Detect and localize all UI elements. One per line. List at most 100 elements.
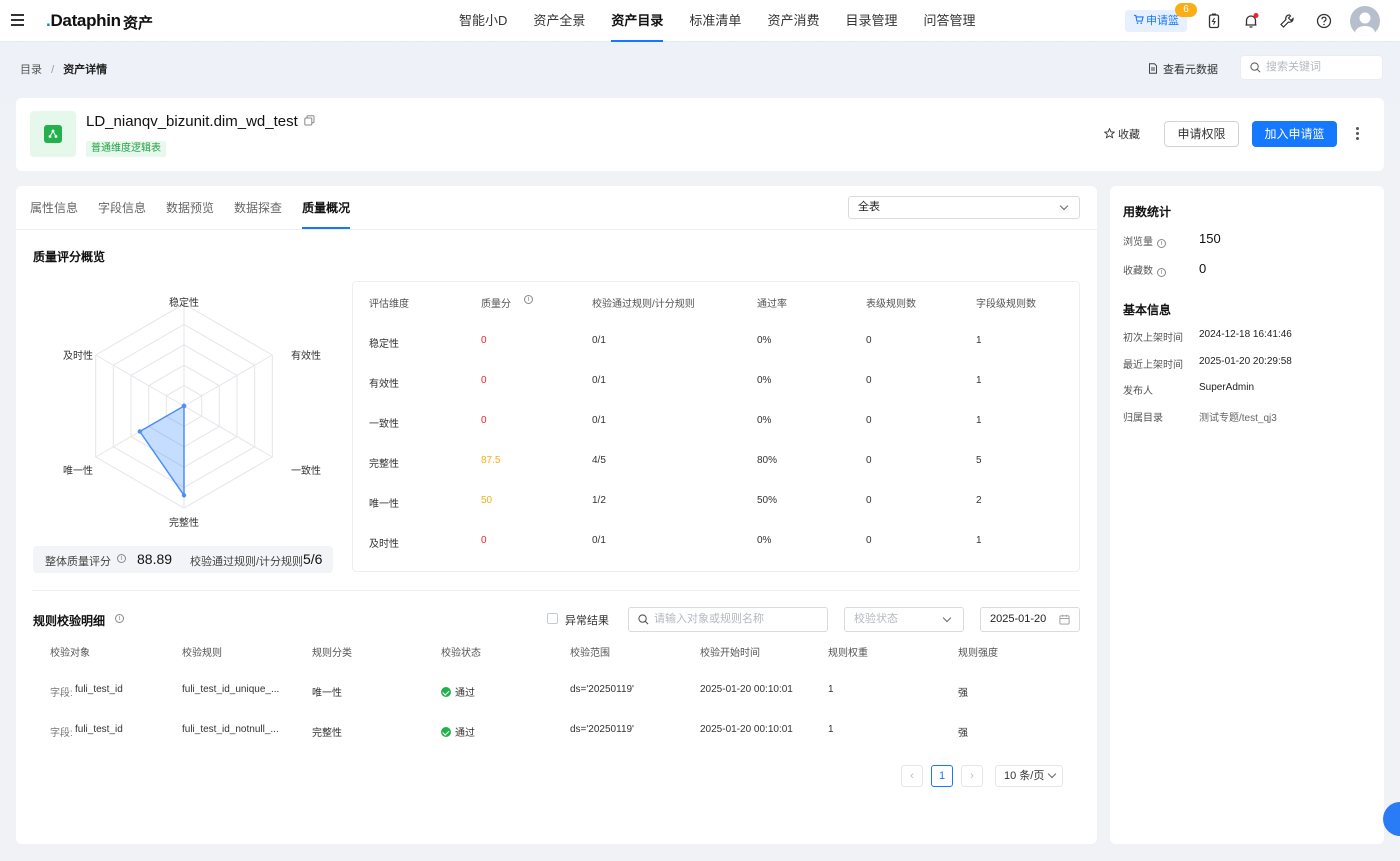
favorite-button[interactable]: 收藏 [1103, 126, 1140, 142]
tab-profiling[interactable]: 数据探查 [234, 186, 282, 229]
radar-label-stability: 稳定性 [169, 296, 199, 309]
radar-label-consistency: 一致性 [291, 464, 321, 477]
rule-header-rule: 校验规则 [182, 648, 222, 659]
dim-cell-pass: 4/5 [592, 455, 606, 466]
anomaly-checkbox[interactable] [547, 613, 558, 624]
menu-item-consumption[interactable]: 资产消费 [754, 0, 832, 42]
bell-icon[interactable] [1242, 12, 1260, 30]
basic-info-title: 基本信息 [1123, 303, 1172, 317]
overall-score-label: 整体质量评分 [45, 556, 111, 568]
pass-rules-value: 5/6 [303, 551, 323, 567]
pass-rules-label: 校验通过规则/计分规则 [190, 556, 304, 568]
info-icon[interactable]: i [117, 554, 126, 563]
breadcrumb-root[interactable]: 目录 [20, 64, 42, 76]
page-1-button[interactable]: 1 [931, 765, 953, 787]
dim-cell-dimension: 及时性 [369, 539, 399, 550]
dim-cell-table-rules: 0 [866, 495, 872, 506]
info-icon[interactable]: i [115, 614, 124, 623]
document-icon [1149, 63, 1157, 74]
menu-item-catalog-manage[interactable]: 目录管理 [832, 0, 910, 42]
rule-cell-weight: 1 [828, 684, 834, 695]
avatar[interactable] [1350, 6, 1380, 36]
radar-axis-line [95, 354, 185, 407]
logical-table-icon [30, 111, 76, 157]
menu-item-qa-manage[interactable]: 问答管理 [910, 0, 988, 42]
next-page-button[interactable]: › [961, 765, 983, 787]
wrench-icon[interactable] [1278, 12, 1296, 30]
asset-header: LD_nianqv_bizunit.dim_wd_test 普通维度逻辑表 收藏… [16, 98, 1384, 171]
view-metadata-link[interactable]: 查看元数据 [1148, 61, 1218, 77]
menu-item-catalog[interactable]: 资产目录 [598, 0, 676, 42]
quality-panel: 属性信息 字段信息 数据预览 数据探查 质量概况 全表 质量评分概览 稳定性 有… [16, 186, 1097, 844]
rule-cell-object-prefix: 字段: [50, 688, 73, 699]
assistant-float-button[interactable] [1383, 802, 1400, 836]
date-picker[interactable]: 2025-01-20 [980, 607, 1080, 632]
dim-header-pass: 校验通过规则/计分规则 [592, 299, 695, 310]
directory-value[interactable]: 测试专题/test_qj3 [1199, 409, 1277, 424]
scope-select[interactable]: 全表 [848, 196, 1080, 219]
rule-cell-category: 唯一性 [312, 688, 342, 699]
status-select[interactable]: 校验状态 [844, 607, 964, 632]
chevron-down-icon [942, 613, 952, 623]
quality-overview-title: 质量评分概览 [33, 250, 106, 264]
check-circle-icon [441, 727, 451, 737]
tab-fields[interactable]: 字段信息 [98, 186, 146, 229]
tab-quality[interactable]: 质量概况 [302, 186, 351, 229]
rule-header-start-time: 校验开始时间 [700, 648, 760, 659]
dim-header-table-rules: 表级规则数 [866, 299, 916, 310]
rule-cell-rule[interactable]: fuli_test_id_notnull_... [182, 724, 279, 735]
asset-name: LD_nianqv_bizunit.dim_wd_test [86, 113, 298, 130]
dim-cell-rate: 80% [757, 455, 778, 466]
more-icon[interactable] [1356, 127, 1360, 141]
help-icon[interactable] [1315, 12, 1333, 30]
rule-search-input[interactable]: 请输入对象或规则名称 [628, 607, 828, 632]
usage-title: 用数统计 [1123, 205, 1172, 219]
request-permission-button[interactable]: 申请权限 [1164, 121, 1239, 147]
dim-cell-rate: 0% [757, 335, 772, 346]
overall-score-value: 88.89 [137, 551, 173, 567]
info-icon[interactable]: i [1157, 268, 1166, 277]
menu-icon[interactable] [11, 14, 24, 26]
logo[interactable]: .Dataphin [46, 11, 121, 31]
chevron-down-icon [1047, 769, 1057, 779]
menu-item-standards[interactable]: 标准清单 [676, 0, 754, 42]
menu-item-assistant[interactable]: 智能小D [446, 0, 520, 42]
breadcrumb-separator: / [51, 64, 55, 76]
info-icon[interactable]: i [1157, 239, 1166, 248]
rule-header-object: 校验对象 [50, 648, 90, 659]
dim-cell-pass: 0/1 [592, 415, 606, 426]
rule-cell-start-time: 2025-01-20 00:10:01 [700, 724, 793, 735]
dim-cell-field-rules: 1 [976, 415, 982, 426]
rule-header-status: 校验状态 [441, 648, 481, 659]
battery-icon[interactable] [1205, 12, 1223, 30]
dim-cell-table-rules: 0 [866, 375, 872, 386]
directory-label: 归属目录 [1123, 413, 1163, 424]
menu-item-overview[interactable]: 资产全景 [520, 0, 598, 42]
tab-attributes[interactable]: 属性信息 [30, 186, 78, 229]
publisher-value: SuperAdmin [1199, 382, 1255, 393]
dim-header-field-rules: 字段级规则数 [976, 299, 1036, 310]
tabs-divider [16, 229, 1097, 230]
info-icon[interactable]: i [524, 295, 533, 304]
first-listed-label: 初次上架时间 [1123, 333, 1183, 344]
app-name: 资产 [123, 15, 154, 32]
dim-cell-dimension: 稳定性 [369, 339, 399, 350]
dim-cell-field-rules: 1 [976, 535, 982, 546]
rule-header-strength: 规则强度 [958, 648, 998, 659]
prev-page-button[interactable]: ‹ [901, 765, 923, 787]
dim-header-dimension: 评估维度 [369, 299, 409, 310]
views-value: 150 [1199, 231, 1221, 246]
side-panel: 用数统计 浏览量 i 150 收藏数 i 0 基本信息 初次上架时间 2024-12… [1110, 186, 1384, 844]
keyword-search-input[interactable]: 搜索关键词 [1240, 55, 1383, 80]
add-to-cart-button[interactable]: 加入申请篮 [1252, 121, 1337, 147]
copy-icon[interactable] [304, 115, 315, 126]
main-menu: 智能小D 资产全景 资产目录 标准清单 资产消费 目录管理 问答管理 [446, 0, 988, 42]
page-size-select[interactable]: 10 条/页 [995, 765, 1063, 787]
rule-cell-rule[interactable]: fuli_test_id_unique_... [182, 684, 279, 695]
tab-preview[interactable]: 数据预览 [166, 186, 214, 229]
overall-score-bar: 整体质量评分 i 88.89 校验通过规则/计分规则 5/6 [33, 546, 333, 573]
first-listed-value: 2024-12-18 16:41:46 [1199, 329, 1292, 340]
dim-cell-pass: 0/1 [592, 535, 606, 546]
radar-label-uniqueness: 唯一性 [63, 464, 93, 477]
radar-axis-line [183, 405, 273, 458]
